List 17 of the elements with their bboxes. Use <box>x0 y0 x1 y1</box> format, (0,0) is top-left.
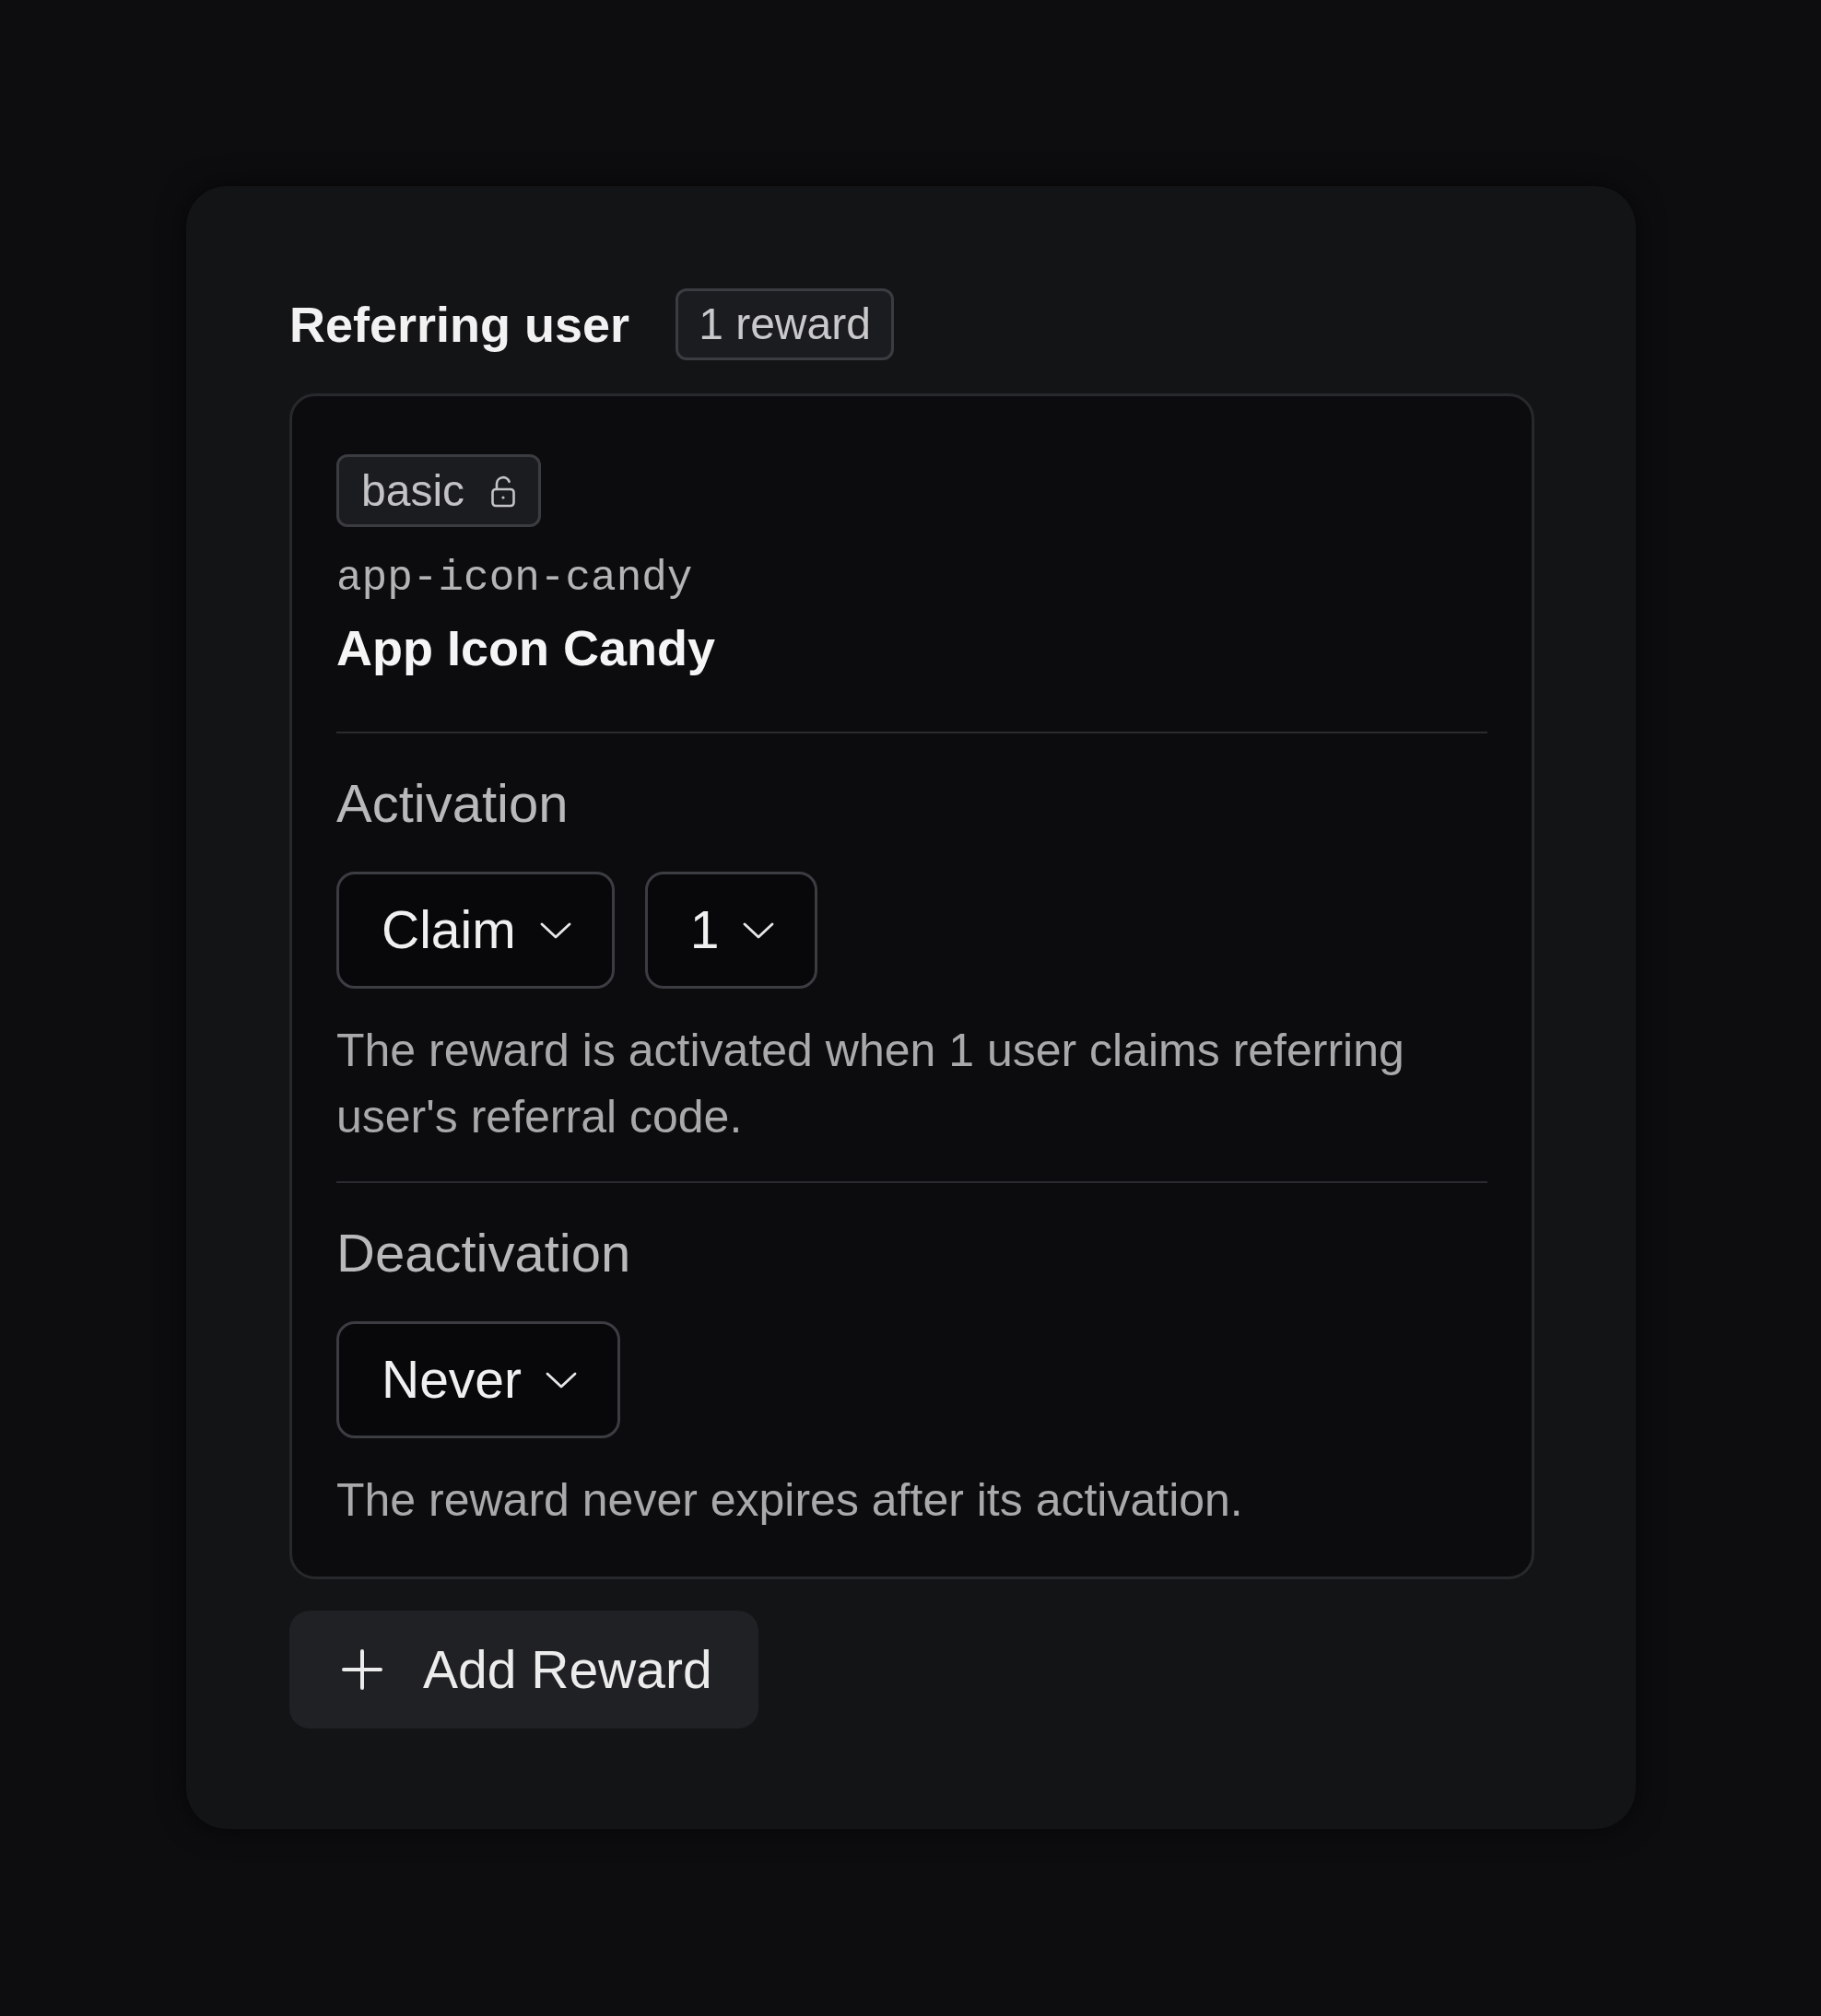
dropdown-select[interactable]: 1 <box>644 872 818 989</box>
chevron-down-icon <box>546 1371 578 1389</box>
dropdown-select[interactable]: Never <box>336 1321 621 1438</box>
add-reward-button[interactable]: Add Reward <box>289 1611 758 1729</box>
count-badge: 1 reward <box>676 288 894 360</box>
rule-heading: Deactivation <box>336 1222 631 1284</box>
section-title: Referring user <box>289 295 630 354</box>
plus-icon <box>342 1649 382 1690</box>
reward-slug: app-icon-candy <box>336 554 693 604</box>
rule-description: The reward never expires after its activation. <box>336 1473 1243 1528</box>
chevron-down-icon <box>539 921 571 939</box>
tier-label: basic <box>361 468 465 513</box>
chevron-down-icon <box>743 921 775 939</box>
rule-heading: Activation <box>336 772 569 835</box>
reward-name: App Icon Candy <box>336 619 715 677</box>
rule-description: The reward is activated when 1 user claims referring user's referral code. <box>336 1024 1405 1144</box>
dropdown-select[interactable]: Claim <box>336 872 615 989</box>
